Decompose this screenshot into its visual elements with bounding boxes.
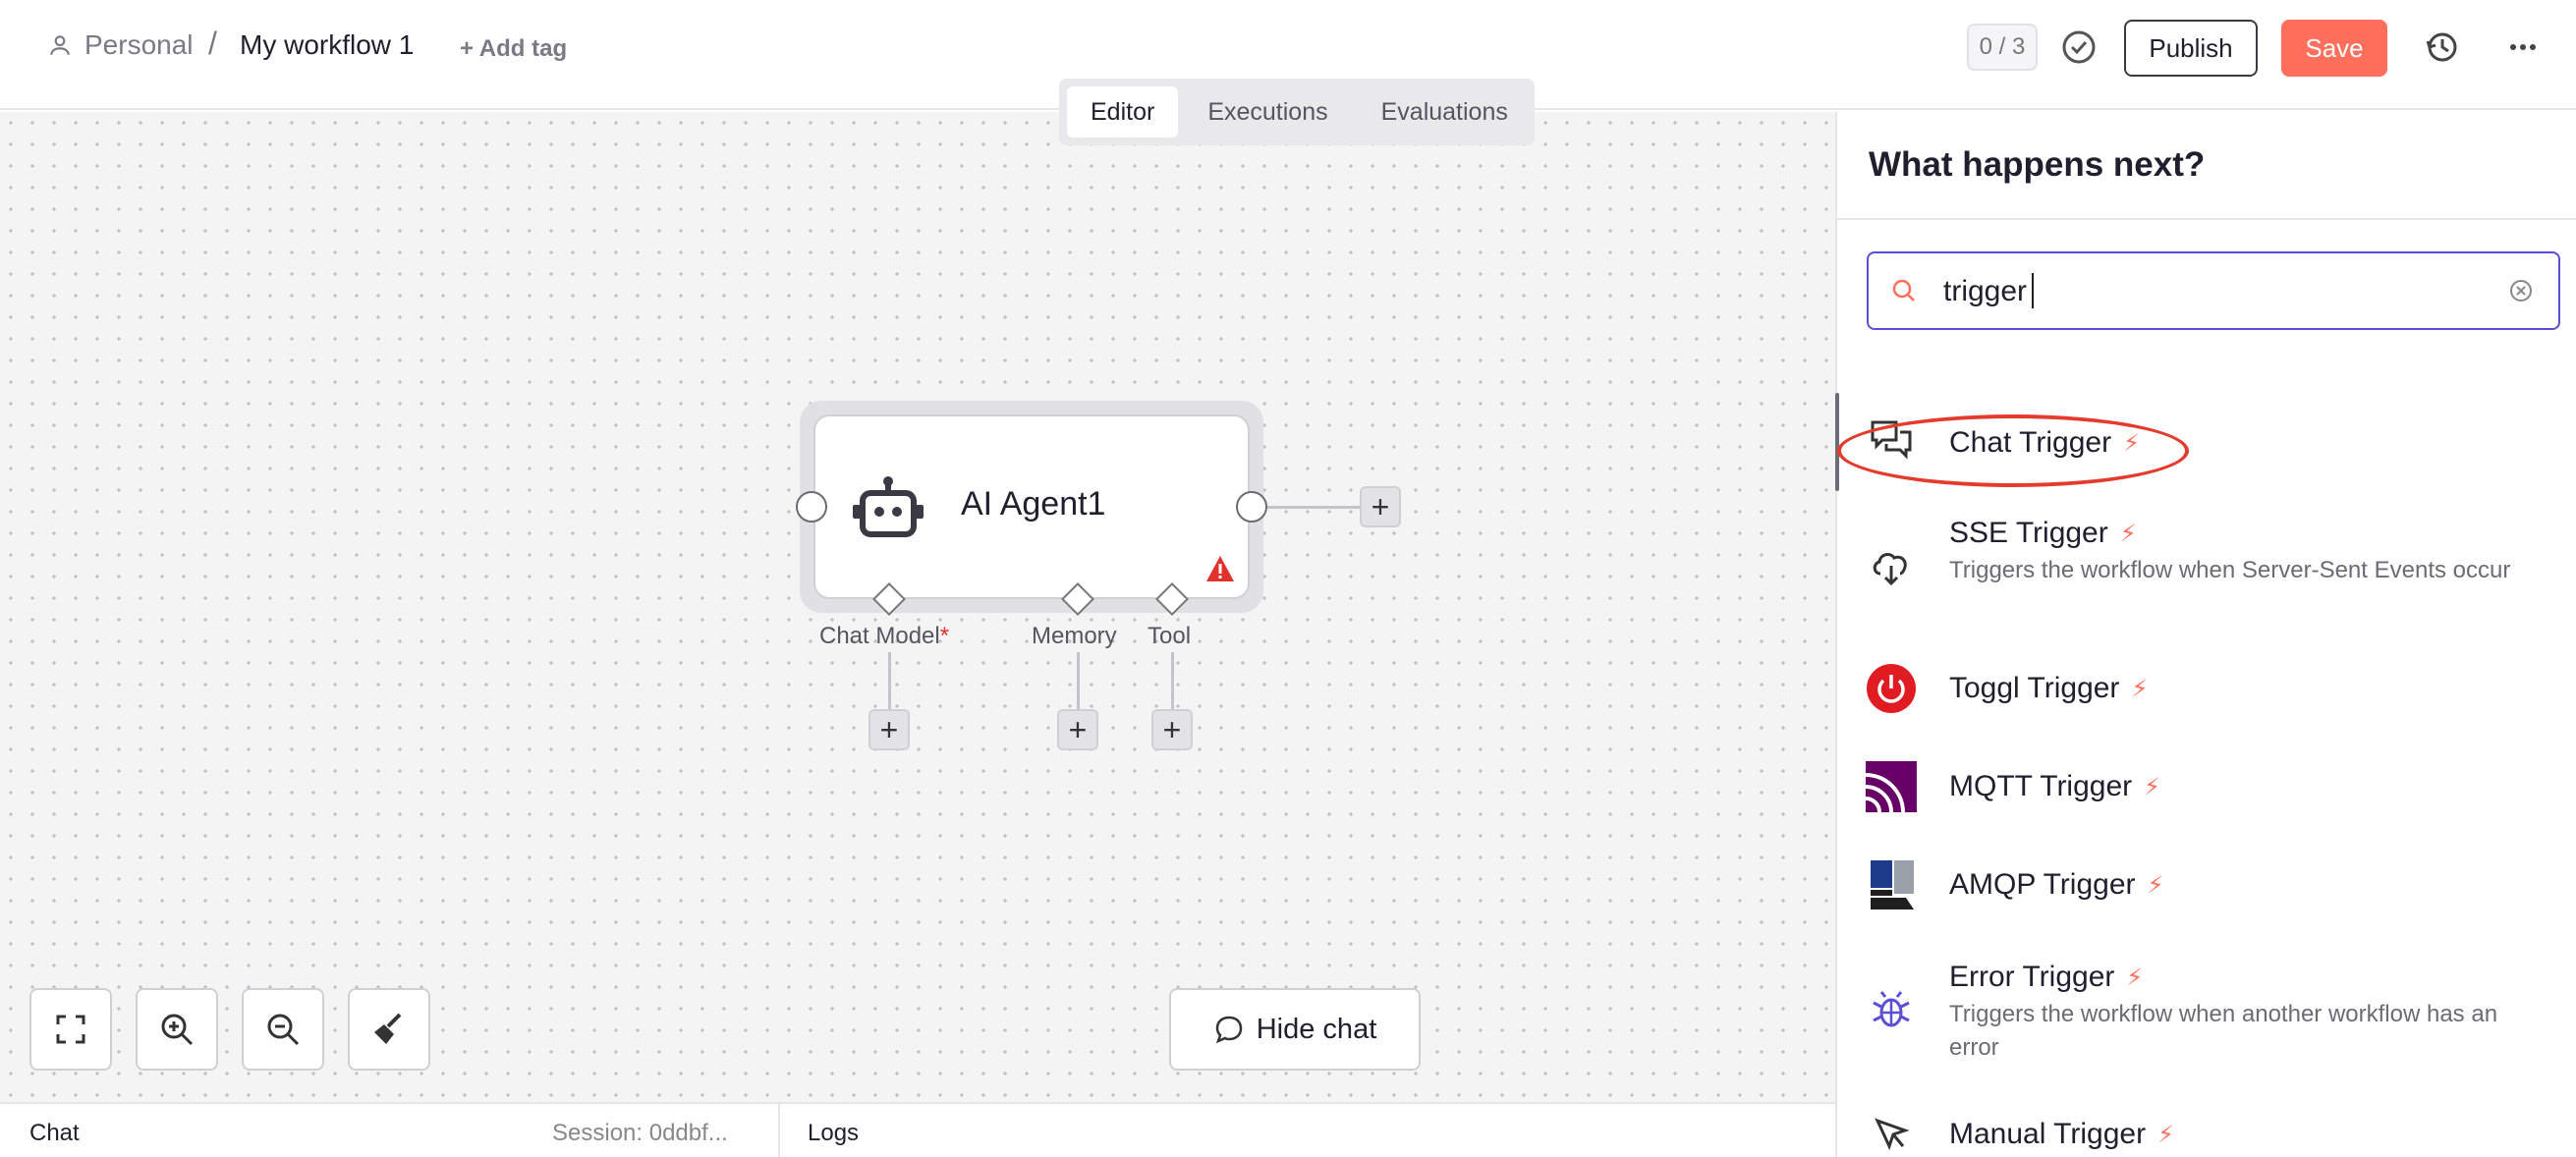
session-id: Session: 0ddbf... (552, 1120, 728, 1146)
tidy-up-button[interactable] (348, 988, 430, 1071)
clear-search-icon[interactable] (2507, 277, 2535, 304)
check-circle-icon[interactable] (2059, 28, 2099, 67)
zoom-out-icon (267, 1014, 300, 1046)
bolt-icon: ⚡ (2131, 675, 2149, 702)
mqtt-icon (1865, 760, 1918, 813)
tool-label: Tool (1148, 623, 1192, 649)
memory-line (1077, 652, 1080, 709)
bolt-icon: ⚡ (2144, 773, 2160, 800)
add-tool-button[interactable]: + (1151, 709, 1193, 750)
cloud-download-icon (1865, 540, 1918, 593)
zoom-out-button[interactable] (242, 988, 324, 1071)
bolt-icon: ⚡ (2119, 520, 2137, 547)
chat-bubble-icon (1215, 1016, 1242, 1044)
fullscreen-icon (56, 1015, 85, 1044)
item-title-label: Error Trigger (1949, 961, 2115, 993)
node-item-mqtt-trigger[interactable]: MQTT Trigger ⚡ (1949, 770, 2160, 803)
logs-panel-label[interactable]: Logs (808, 1120, 859, 1147)
robot-icon (853, 476, 924, 537)
breadcrumb-separator: / (208, 26, 217, 61)
hide-chat-button[interactable]: Hide chat (1169, 988, 1421, 1071)
bug-icon (1865, 982, 1918, 1035)
cursor-icon (1865, 1108, 1918, 1157)
item-description: Triggers the workflow when another workf… (1949, 1001, 2498, 1061)
item-title-label: SSE Trigger (1949, 517, 2108, 549)
add-memory-button[interactable]: + (1057, 709, 1098, 750)
item-title-label: Manual Trigger (1949, 1118, 2147, 1150)
person-icon (50, 35, 70, 55)
bolt-icon: ⚡ (2126, 964, 2144, 991)
node-output-handle[interactable] (1236, 491, 1267, 523)
chat-model-label: Chat Model* (819, 623, 950, 649)
bolt-icon: ⚡ (2147, 871, 2164, 899)
add-tag-button[interactable]: + Add tag (460, 35, 567, 63)
output-connection-line (1267, 506, 1360, 509)
tab-evaluations[interactable]: Evaluations (1358, 86, 1532, 138)
tool-line (1171, 652, 1174, 709)
broom-icon (374, 1013, 402, 1044)
toggl-power-icon (1865, 662, 1918, 715)
chat-panel-label[interactable]: Chat (29, 1120, 80, 1147)
bottom-bar (0, 1102, 1835, 1157)
node-item-error-trigger[interactable]: Error Trigger ⚡ (1949, 961, 2143, 994)
node-item-amqp-trigger[interactable]: AMQP Trigger ⚡ (1949, 868, 2163, 902)
search-icon (1892, 279, 1915, 302)
memory-label: Memory (1032, 623, 1117, 649)
tab-editor[interactable]: Editor (1067, 86, 1179, 138)
fit-view-button[interactable] (29, 988, 112, 1071)
chat-model-line (888, 652, 891, 709)
bottom-divider (778, 1102, 780, 1157)
save-button[interactable]: Save (2281, 20, 2387, 77)
amqp-icon (1865, 858, 1918, 911)
panel-divider (1835, 218, 2576, 220)
workflow-name[interactable]: My workflow 1 (240, 29, 414, 61)
project-label: Personal (84, 29, 194, 60)
panel-scrollbar[interactable] (1835, 393, 1839, 491)
item-title-label: AMQP Trigger (1949, 868, 2136, 901)
hide-chat-label: Hide chat (1256, 1013, 1377, 1045)
node-item-manual-trigger[interactable]: Manual Trigger ⚡ (1949, 1118, 2174, 1151)
tab-executions[interactable]: Executions (1184, 86, 1351, 138)
more-options-icon[interactable] (2503, 28, 2543, 67)
panel-title: What happens next? (1869, 145, 2206, 184)
item-title-label: Toggl Trigger (1949, 672, 2120, 704)
node-item-toggl-trigger[interactable]: Toggl Trigger ⚡ (1949, 672, 2148, 705)
item-description: Triggers the workflow when Server-Sent E… (1949, 557, 2511, 583)
breadcrumb-project[interactable]: Personal (47, 29, 194, 61)
publish-button[interactable]: Publish (2124, 20, 2258, 77)
warning-icon (1206, 556, 1234, 581)
add-next-node-button[interactable]: + (1360, 486, 1401, 527)
highlight-annotation (1837, 414, 2189, 487)
node-title: AI Agent1 (961, 485, 1106, 523)
add-chat-model-button[interactable]: + (868, 709, 910, 750)
node-input-handle[interactable] (796, 491, 827, 523)
search-value: trigger (1943, 275, 2028, 307)
zoom-in-button[interactable] (136, 988, 218, 1071)
zoom-in-icon (161, 1014, 194, 1046)
item-title-label: MQTT Trigger (1949, 770, 2133, 802)
text-caret (2032, 273, 2034, 308)
history-icon[interactable] (2423, 28, 2462, 67)
node-item-sse-trigger[interactable]: SSE Trigger ⚡ (1949, 517, 2137, 550)
bolt-icon: ⚡ (2157, 1121, 2174, 1148)
test-counter-badge: 0 / 3 (1967, 24, 2038, 71)
view-tabs: Editor Executions Evaluations (1059, 79, 1535, 145)
